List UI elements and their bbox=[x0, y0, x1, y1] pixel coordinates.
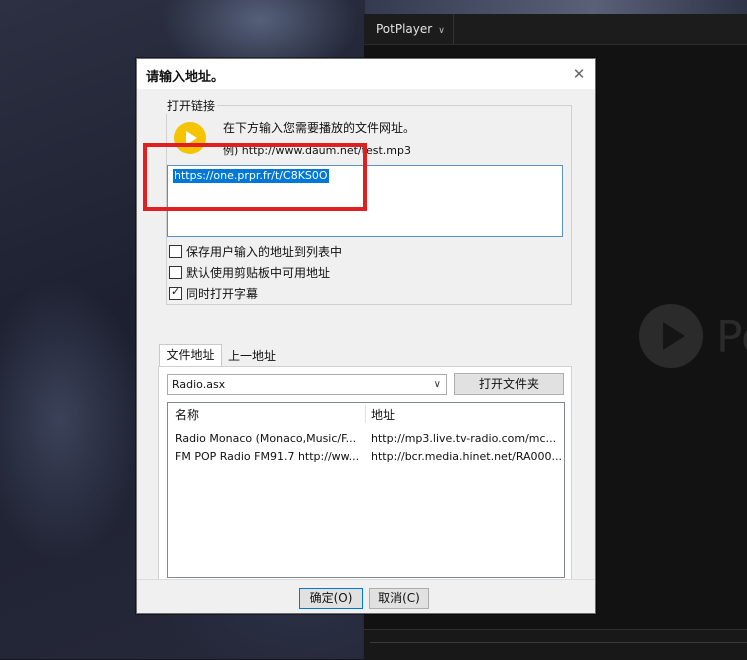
column-divider[interactable] bbox=[365, 405, 366, 423]
potplayer-logo-text: Po bbox=[716, 312, 747, 363]
open-folder-button[interactable]: 打开文件夹 bbox=[454, 373, 564, 395]
highlight-annotation bbox=[143, 143, 367, 211]
list-item-name: Radio Monaco (Monaco,Music/F... bbox=[175, 432, 357, 445]
column-name[interactable]: 名称 bbox=[175, 406, 199, 423]
potplayer-menu-button[interactable]: PotPlayer ∨ bbox=[364, 14, 454, 44]
checkbox-box bbox=[169, 245, 182, 258]
potplayer-control-bar bbox=[364, 629, 747, 660]
checkbox-label: 同时打开字幕 bbox=[186, 287, 259, 301]
seek-bar[interactable] bbox=[370, 642, 747, 643]
url-hint: 在下方输入您需要播放的文件网址。 bbox=[223, 121, 416, 135]
list-item-url: http://mp3.live.tv-radio.com/mc... bbox=[371, 432, 557, 445]
tab-panel: Radio.asx ∨ 打开文件夹 名称 地址 Radio Monaco (Mo… bbox=[158, 366, 572, 584]
potplayer-title: PotPlayer bbox=[376, 22, 433, 36]
cancel-button[interactable]: 取消(C) bbox=[369, 588, 429, 609]
desktop-background-strip bbox=[365, 0, 747, 14]
dialog-body: 打开链接 在下方输入您需要播放的文件网址。 例) http://www.daum… bbox=[137, 89, 595, 584]
dialog-footer: 确定(O) 取消(C) bbox=[137, 579, 595, 613]
column-address[interactable]: 地址 bbox=[371, 406, 395, 423]
check-icon bbox=[169, 285, 182, 300]
dialog-title: 请输入地址。 bbox=[146, 70, 225, 85]
use-clipboard-checkbox[interactable]: 默认使用剪贴板中可用地址 bbox=[169, 264, 489, 280]
list-item[interactable]: Radio Monaco (Monaco,Music/F... http://m… bbox=[168, 431, 564, 448]
tab-previous-address[interactable]: 上一地址 bbox=[228, 346, 276, 366]
save-to-list-checkbox[interactable]: 保存用户输入的地址到列表中 bbox=[169, 243, 489, 259]
list-item-name: FM POP Radio FM91.7 http://ww... bbox=[175, 450, 360, 463]
address-list[interactable]: 名称 地址 Radio Monaco (Monaco,Music/F... ht… bbox=[167, 402, 565, 578]
chevron-down-icon: ∨ bbox=[433, 379, 441, 390]
dialog-titlebar: 请输入地址。 ✕ bbox=[137, 59, 595, 89]
ok-button[interactable]: 确定(O) bbox=[299, 588, 363, 609]
checkbox-label: 保存用户输入的地址到列表中 bbox=[186, 245, 343, 259]
tab-file-address[interactable]: 文件地址 bbox=[159, 344, 222, 366]
playlist-select-value: Radio.asx bbox=[172, 378, 226, 391]
open-subtitles-checkbox[interactable]: 同时打开字幕 bbox=[169, 285, 489, 301]
open-link-group-label: 打开链接 bbox=[165, 97, 218, 114]
potplayer-logo-icon bbox=[639, 304, 703, 368]
close-icon[interactable]: ✕ bbox=[569, 64, 589, 84]
chevron-down-icon: ∨ bbox=[438, 26, 445, 36]
list-item[interactable]: FM POP Radio FM91.7 http://ww... http://… bbox=[168, 449, 564, 466]
list-header: 名称 地址 bbox=[168, 403, 564, 425]
playlist-select[interactable]: Radio.asx ∨ bbox=[167, 374, 447, 395]
checkbox-box bbox=[169, 266, 182, 279]
potplayer-titlebar: PotPlayer ∨ bbox=[364, 14, 747, 45]
open-url-dialog: 请输入地址。 ✕ 打开链接 在下方输入您需要播放的文件网址。 例) http:/… bbox=[136, 58, 596, 614]
list-item-url: http://bcr.media.hinet.net/RA000... bbox=[371, 450, 561, 463]
checkbox-label: 默认使用剪贴板中可用地址 bbox=[186, 266, 331, 280]
